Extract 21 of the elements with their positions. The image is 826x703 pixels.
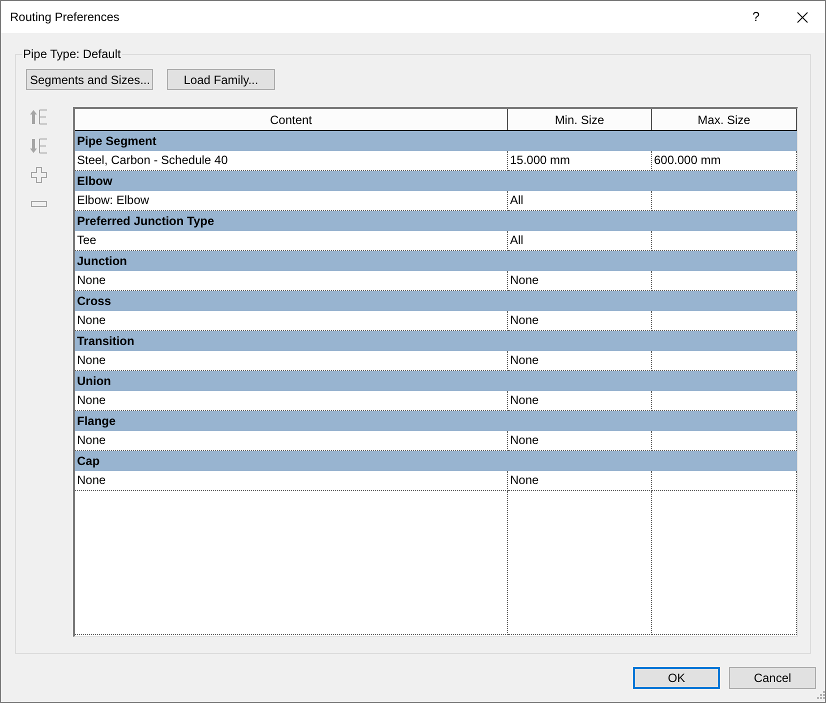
section-header-row: Junction bbox=[75, 251, 797, 271]
section-header-row: Preferred Junction Type bbox=[75, 211, 797, 231]
help-button[interactable]: ? bbox=[733, 1, 779, 33]
section-header-row: Pipe Segment bbox=[75, 131, 797, 151]
section-header-row: Union bbox=[75, 371, 797, 391]
section-header-row: Cross bbox=[75, 291, 797, 311]
group-legend: Pipe Type: Default bbox=[22, 47, 122, 61]
window-title: Routing Preferences bbox=[10, 9, 120, 26]
section-header-row: Elbow bbox=[75, 171, 797, 191]
dialog-button[interactable]: Cancel bbox=[729, 667, 816, 689]
empty-table-cell[interactable] bbox=[652, 471, 797, 491]
section-header-row: Cap bbox=[75, 451, 797, 471]
table-cell[interactable]: None bbox=[75, 471, 508, 491]
section-header-row: Transition bbox=[75, 331, 797, 351]
toolbar-button[interactable]: Segments and Sizes... bbox=[26, 69, 153, 90]
dialog-button[interactable]: OK bbox=[633, 667, 720, 689]
resize-grip-icon[interactable] bbox=[817, 691, 825, 699]
toolbar-button[interactable]: Load Family... bbox=[167, 69, 275, 90]
table-cell[interactable]: None bbox=[508, 471, 652, 491]
section-header-row: Flange bbox=[75, 411, 797, 431]
close-icon bbox=[796, 12, 808, 22]
